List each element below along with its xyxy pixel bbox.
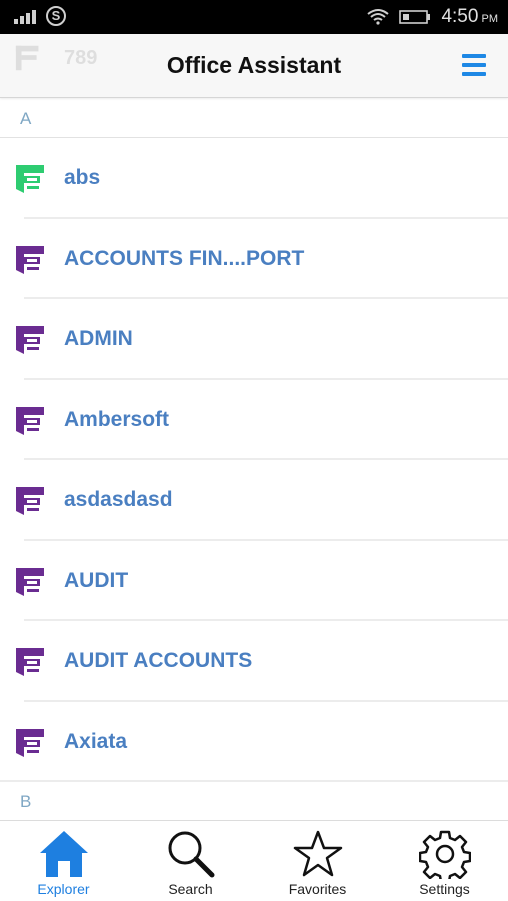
tab-favorites-label: Favorites bbox=[288, 881, 347, 897]
list-item[interactable]: asdasdasd bbox=[0, 460, 508, 541]
folder-line bbox=[27, 508, 39, 511]
search-icon bbox=[168, 831, 214, 878]
item-label: asdasdasd bbox=[64, 488, 173, 512]
folder-line bbox=[27, 669, 39, 672]
status-time: 4:50 PM bbox=[441, 6, 498, 28]
folder-line bbox=[27, 347, 39, 350]
hamburger-icon bbox=[462, 54, 486, 58]
folder-icon bbox=[16, 326, 44, 354]
folder-line bbox=[27, 588, 39, 592]
battery-icon bbox=[399, 10, 431, 24]
folder-list[interactable]: A abs ACCOUNTS FIN....PORT ADMIN Amberso… bbox=[0, 99, 508, 820]
folder-line bbox=[27, 186, 39, 189]
folder-line bbox=[27, 749, 39, 753]
item-label: Ambersoft bbox=[64, 407, 170, 431]
item-label: ADMIN bbox=[64, 327, 133, 351]
list-item[interactable]: AUDIT ACCOUNTS bbox=[0, 621, 508, 702]
section-header-b: B bbox=[0, 782, 508, 820]
list-item[interactable]: ADMIN bbox=[0, 299, 508, 380]
wifi-icon bbox=[367, 9, 390, 25]
signal-icon bbox=[14, 8, 36, 24]
folder-icon bbox=[16, 648, 44, 676]
app-header: 789 Office Assistant bbox=[0, 34, 508, 98]
hamburger-line bbox=[462, 63, 486, 67]
skype-icon: S bbox=[46, 6, 66, 26]
folder-icon bbox=[16, 406, 44, 435]
folder-icon bbox=[16, 567, 44, 596]
tab-search-label: Search bbox=[168, 881, 213, 897]
gear-icon bbox=[418, 830, 471, 879]
status-left: S bbox=[14, 6, 66, 26]
list-item[interactable]: Axiata bbox=[0, 702, 508, 783]
folder-icon bbox=[16, 245, 44, 274]
item-label: ACCOUNTS FIN....PORT bbox=[64, 246, 305, 270]
list-item[interactable]: Ambersoft bbox=[0, 380, 508, 461]
item-label: AUDIT bbox=[64, 568, 129, 592]
folder-icon bbox=[16, 165, 44, 193]
star-icon bbox=[293, 830, 342, 877]
section-header-a: A bbox=[0, 99, 508, 138]
item-label: AUDIT ACCOUNTS bbox=[64, 649, 253, 673]
tab-search[interactable]: Search bbox=[127, 821, 254, 901]
bottom-tab-bar: Explorer Search Favorites Settings bbox=[0, 820, 508, 900]
hamburger-line bbox=[462, 72, 486, 76]
clock-time: 4:50 bbox=[441, 6, 479, 27]
tab-favorites[interactable]: Favorites bbox=[254, 821, 381, 901]
tab-settings[interactable]: Settings bbox=[381, 821, 508, 901]
item-label: abs bbox=[64, 166, 101, 190]
item-label: Axiata bbox=[64, 729, 128, 753]
tab-explorer[interactable]: Explorer bbox=[0, 821, 127, 901]
folder-icon bbox=[16, 728, 44, 757]
home-icon bbox=[39, 831, 88, 877]
menu-button[interactable] bbox=[462, 54, 488, 78]
list-item[interactable]: abs bbox=[0, 138, 508, 219]
status-right: 4:50 PM bbox=[367, 0, 498, 34]
list-item[interactable]: ACCOUNTS FIN....PORT bbox=[0, 219, 508, 300]
folder-icon bbox=[16, 487, 44, 515]
tab-settings-label: Settings bbox=[419, 881, 470, 897]
page-title: Office Assistant bbox=[166, 52, 342, 78]
tab-explorer-label: Explorer bbox=[37, 881, 90, 897]
list-item[interactable]: AUDIT bbox=[0, 541, 508, 622]
clock-ampm: PM bbox=[481, 13, 499, 25]
folder-line bbox=[27, 427, 39, 431]
status-bar: S 4:50 PM bbox=[0, 0, 508, 34]
folder-line bbox=[27, 266, 39, 270]
